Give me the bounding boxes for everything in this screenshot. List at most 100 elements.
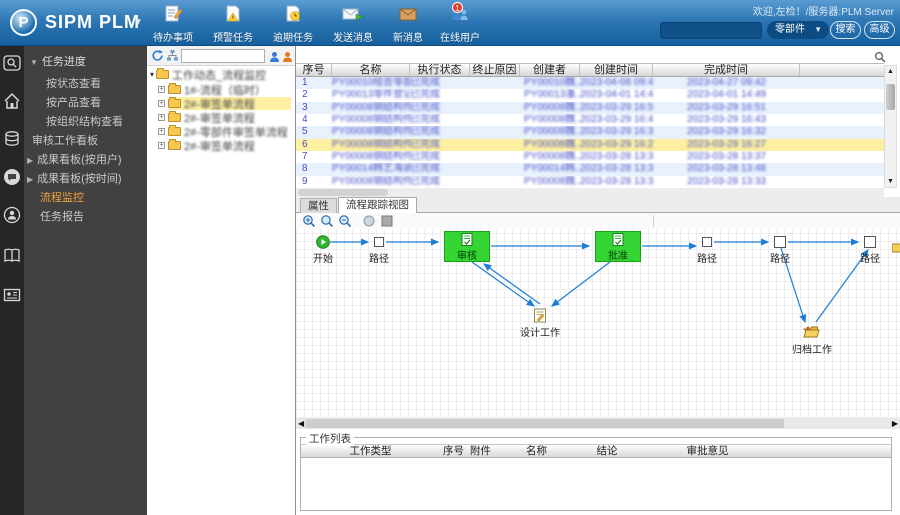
diagram-horizontal-scrollbar[interactable]: ◀ ▶: [296, 418, 900, 429]
table-row[interactable]: 5 PY00008钢结构件设计变更... 已完成 PY00008魏... 202…: [296, 126, 884, 139]
menu-item-process-monitor[interactable]: 流程监控: [24, 190, 147, 207]
path-node-1[interactable]: [374, 237, 384, 247]
org-tree-icon[interactable]: [166, 49, 179, 67]
fit-view-icon[interactable]: [380, 214, 394, 228]
tab-properties[interactable]: 属性: [300, 198, 337, 213]
send-message-button[interactable]: 发送消息: [324, 5, 382, 44]
cell-finished: 2023-03-29 16:32: [687, 126, 766, 138]
table-vertical-scrollbar[interactable]: ▲ ▼: [884, 65, 897, 188]
tree-expand-icon[interactable]: [158, 86, 165, 93]
global-search-input[interactable]: [660, 22, 762, 39]
table-row[interactable]: 1 PY00010组合零部件2023... 已完成 PY00010魏... 20…: [296, 77, 884, 90]
col-creator[interactable]: 创建者: [520, 64, 580, 76]
scroll-left-icon[interactable]: ◀: [298, 418, 304, 429]
wl-col-conclusion[interactable]: 结论: [579, 445, 635, 457]
table-horizontal-scrollbar[interactable]: [296, 188, 884, 197]
menu-group-task-progress[interactable]: ▼ 任务进度: [24, 54, 147, 71]
tree-expand-icon[interactable]: [158, 128, 165, 135]
cell-reason: [470, 102, 520, 114]
menu-item-view-by-status[interactable]: 按状态查看: [24, 76, 147, 93]
overview-sphere-icon[interactable]: [362, 214, 376, 228]
process-flow-canvas[interactable]: 开始 路径 审核 批准 路径 路径 路径 设计工作 归档工作: [296, 229, 900, 418]
wl-col-attachment[interactable]: 附件: [467, 445, 494, 457]
tree-node[interactable]: 1#-流程（临时）: [158, 83, 293, 97]
col-finished-time[interactable]: 完成时间: [653, 64, 800, 76]
tree-node-selected[interactable]: 2#-审签单流程: [158, 97, 293, 111]
wl-col-work-type[interactable]: 工作类型: [301, 445, 440, 457]
user-filter-blue-icon[interactable]: [269, 50, 280, 68]
menu-item-view-by-product[interactable]: 按产品查看: [24, 95, 147, 112]
tree-node[interactable]: 2#-零部件审签单流程: [158, 125, 293, 139]
wl-col-name[interactable]: 名称: [494, 445, 579, 457]
table-row-selected[interactable]: 6 PY00008钢结构件通用设计... 已完成 PY00008魏... 202…: [296, 138, 884, 151]
tab-process-tracking-view[interactable]: 流程跟踪视图: [338, 197, 417, 213]
cell-status: 已完成: [410, 101, 440, 113]
table-row[interactable]: 7 PY00008钢结构件通用设计... 已完成 PY00008魏... 202…: [296, 151, 884, 163]
scroll-down-icon[interactable]: ▼: [885, 178, 896, 185]
col-seq[interactable]: 序号: [296, 64, 332, 76]
tree-expand-icon[interactable]: [158, 114, 165, 121]
tree-expand-icon[interactable]: [158, 100, 165, 107]
table-row[interactable]: 8 PY00014韩艺海通用设计... 已完成 PY00014韩... 2023…: [296, 163, 884, 176]
folder-icon: [168, 139, 181, 150]
col-exec-status[interactable]: 执行状态: [410, 64, 470, 76]
support-user-icon[interactable]: [3, 206, 21, 224]
review-activity-node[interactable]: 审核: [444, 231, 490, 262]
scroll-up-icon[interactable]: ▲: [885, 68, 896, 75]
menu-item-review-board[interactable]: 审核工作看板: [24, 133, 147, 150]
id-card-icon[interactable]: [3, 286, 21, 304]
advanced-search-button[interactable]: 高级: [864, 21, 895, 39]
scroll-thumb[interactable]: [306, 419, 784, 428]
warning-tasks-button[interactable]: 预警任务: [204, 5, 262, 44]
overdue-tasks-button[interactable]: 逾期任务: [264, 5, 322, 44]
search-button[interactable]: 搜索: [830, 21, 861, 39]
home-icon[interactable]: [3, 92, 21, 110]
refresh-icon[interactable]: [151, 49, 164, 67]
path-node-3[interactable]: [774, 236, 786, 248]
app-menu-caret-icon[interactable]: ▼: [133, 17, 143, 28]
menu-group-results-by-user[interactable]: ▶ 成果看板(按用户): [24, 152, 147, 169]
tree-node[interactable]: 2#-审签单流程: [158, 111, 293, 125]
table-row[interactable]: 9 PY00008钢结构件通用设计... 已完成 PY00008魏... 202…: [296, 176, 884, 188]
scroll-right-icon[interactable]: ▶: [892, 418, 898, 429]
search-category-dropdown[interactable]: 零部件 ▼: [767, 21, 829, 39]
book-icon[interactable]: [3, 247, 21, 265]
scroll-thumb[interactable]: [298, 189, 388, 196]
cell-created: 2023-03-28 13:33: [580, 163, 653, 175]
online-users-button[interactable]: 1 在线用户: [431, 2, 489, 44]
path-node-4[interactable]: [864, 236, 876, 248]
wl-col-seq[interactable]: 序号: [440, 445, 467, 457]
tree-filter-input[interactable]: [181, 49, 265, 63]
approve-activity-node[interactable]: 批准: [595, 231, 641, 262]
table-row[interactable]: 2 PY00013零件登记补齐流... 已完成 PY00013潘... 2023…: [296, 89, 884, 101]
todo-items-button[interactable]: 待办事项: [144, 5, 202, 44]
zoom-in-icon[interactable]: [302, 214, 316, 228]
scroll-thumb[interactable]: [886, 84, 895, 110]
cell-finished: 2023-03-28 13:48: [687, 163, 766, 175]
tree-root-label: 工作动态_流程监控: [172, 69, 267, 82]
menu-item-view-by-org[interactable]: 按组织结构查看: [24, 114, 147, 131]
zoom-reset-icon[interactable]: [320, 214, 334, 228]
tree-expanded-caret-icon[interactable]: ▾: [150, 70, 154, 79]
path-node-2[interactable]: [702, 237, 712, 247]
user-filter-orange-icon[interactable]: [282, 50, 293, 68]
chat-icon[interactable]: [3, 168, 21, 186]
tree-node[interactable]: 2#-审签单流程: [158, 139, 293, 153]
table-row[interactable]: 3 PY00008钢结构件通用设计... 已完成 PY00008魏... 202…: [296, 101, 884, 114]
col-terminate-reason[interactable]: 终止原因: [470, 64, 520, 76]
col-name[interactable]: 名称: [332, 64, 410, 76]
wl-col-approval-opinion[interactable]: 审批意见: [635, 445, 780, 457]
quick-search-icon[interactable]: [3, 55, 21, 73]
tree-expand-icon[interactable]: [158, 142, 165, 149]
new-messages-button[interactable]: 新消息: [379, 5, 437, 44]
detail-tabbar: 属性 流程跟踪视图: [296, 197, 900, 213]
zoom-out-icon[interactable]: [338, 214, 352, 228]
database-icon[interactable]: [3, 130, 21, 148]
table-search-strip: [296, 46, 900, 63]
col-created-time[interactable]: 创建时间: [580, 64, 653, 76]
menu-group-results-by-time[interactable]: ▶ 成果看板(按时间): [24, 171, 147, 188]
menu-item-task-report[interactable]: 任务报告: [24, 209, 147, 226]
path-node-label: 路径: [369, 254, 389, 265]
table-row[interactable]: 4 PY00008钢结构件设计变更... 已完成 PY00008魏... 202…: [296, 114, 884, 126]
tree-root-node[interactable]: ▾ 工作动态_流程监控: [150, 68, 293, 82]
